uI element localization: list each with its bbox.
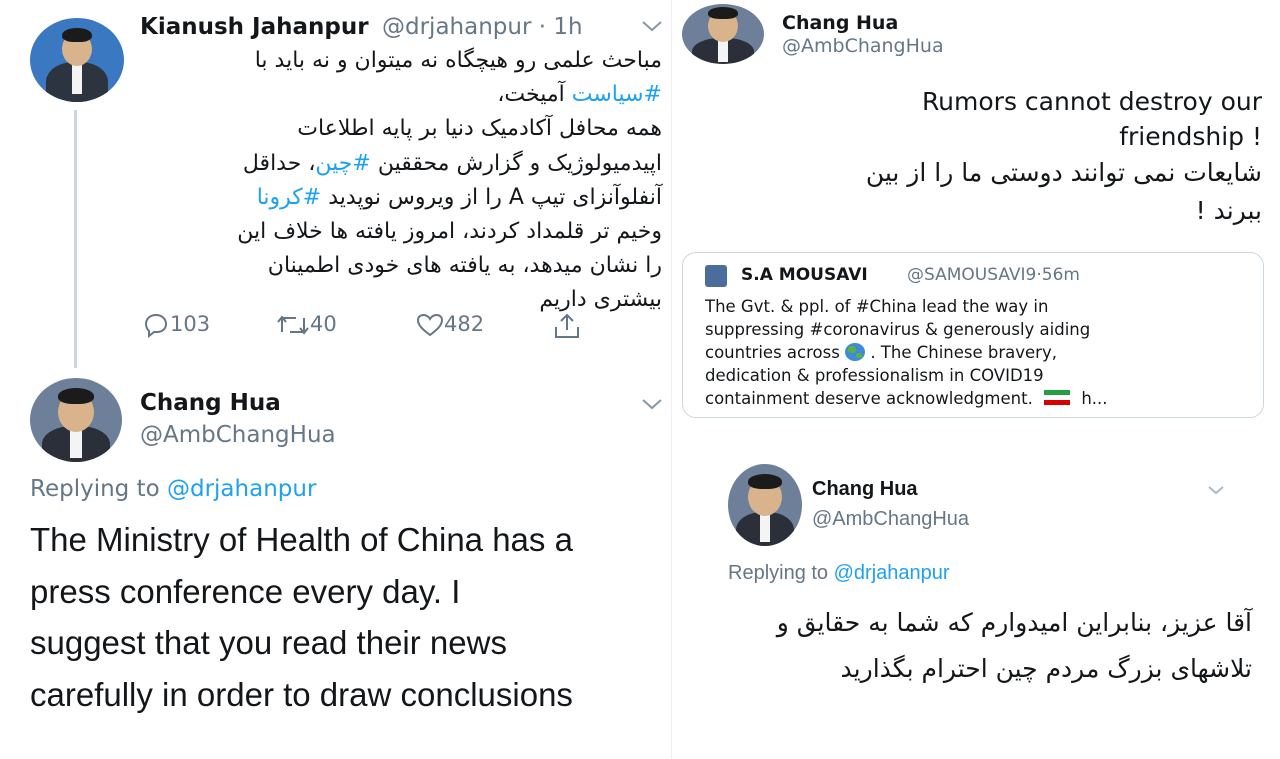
tweet-body: آقا عزیز، بنابراین امیدوارم که شما به حق…	[776, 608, 1252, 683]
author-name[interactable]: Chang Hua	[140, 390, 281, 416]
right-thread: Chang Hua @AmbChangHua Rumors cannot des…	[672, 0, 1280, 759]
avatar-changhua[interactable]	[682, 4, 764, 64]
tweet-time: 1h	[553, 14, 583, 40]
replying-to-link[interactable]: @drjahanpur	[834, 562, 950, 584]
author-handle[interactable]: @drjahanpur · 1h	[382, 14, 583, 40]
reply-button[interactable]: 103	[142, 312, 210, 339]
chevron-down-icon[interactable]	[640, 18, 664, 38]
globe-icon	[845, 343, 866, 361]
thread-line	[74, 110, 77, 368]
author-handle[interactable]: @AmbChangHua	[782, 35, 944, 57]
chevron-down-icon[interactable]	[640, 396, 664, 416]
tweet-body-en: Rumors cannot destroy our ! friendship	[921, 87, 1262, 151]
quoted-author-name[interactable]: S.A MOUSAVI	[741, 265, 868, 285]
like-count: 482	[444, 312, 485, 336]
author-name[interactable]: Chang Hua	[782, 12, 898, 34]
author-handle[interactable]: @AmbChangHua	[812, 508, 969, 531]
quoted-tweet[interactable]: S.A MOUSAVI @SAMOUSAVI9·56m The Gvt. & p…	[682, 252, 1264, 418]
like-button[interactable]: 482	[416, 312, 484, 338]
replying-to: Replying to @drjahanpur	[728, 562, 950, 584]
avatar-changhua[interactable]	[30, 378, 122, 462]
quoted-tweet-time: 56m	[1041, 265, 1080, 285]
hashtag-politics[interactable]: #سیاست	[572, 82, 662, 107]
quoted-tweet-body: The Gvt. & ppl. of #China lead the way i…	[705, 297, 1108, 408]
avatar-jahanpur[interactable]	[30, 18, 124, 102]
quoted-author-handle[interactable]: @SAMOUSAVI9·56m	[907, 265, 1080, 285]
reply-icon	[144, 313, 168, 339]
avatar-mousavi	[705, 265, 727, 287]
reply-count: 103	[170, 312, 211, 336]
hashtag-corona[interactable]: #کرونا	[257, 185, 322, 210]
left-thread: Kianush Jahanpur @drjahanpur · 1h مباحث …	[0, 0, 672, 759]
share-button[interactable]	[552, 312, 582, 344]
tweet-body-fa: شایعات نمی توانند دوستی ما را از بین ببر…	[865, 158, 1262, 225]
avatar-changhua[interactable]	[728, 464, 802, 546]
retweet-count: 40	[310, 312, 337, 336]
replying-to-link[interactable]: @drjahanpur	[167, 476, 316, 502]
retweet-button[interactable]: 40	[276, 312, 337, 338]
hashtag-china[interactable]: #چین	[315, 151, 370, 176]
retweet-icon	[277, 315, 309, 335]
tweet-body: مباحث علمی رو هیچگاه نه میتوان و نه باید…	[237, 48, 662, 313]
author-handle[interactable]: @AmbChangHua	[140, 422, 336, 448]
tweet-body: The Ministry of Health of China has a pr…	[30, 521, 573, 713]
author-name[interactable]: Kianush Jahanpur	[140, 14, 369, 40]
iran-flag-icon	[1044, 390, 1071, 405]
chevron-down-icon[interactable]	[1206, 482, 1226, 501]
like-icon	[416, 313, 444, 337]
share-icon	[555, 313, 579, 338]
replying-to: Replying to @drjahanpur	[30, 476, 317, 502]
author-name[interactable]: Chang Hua	[812, 478, 918, 501]
